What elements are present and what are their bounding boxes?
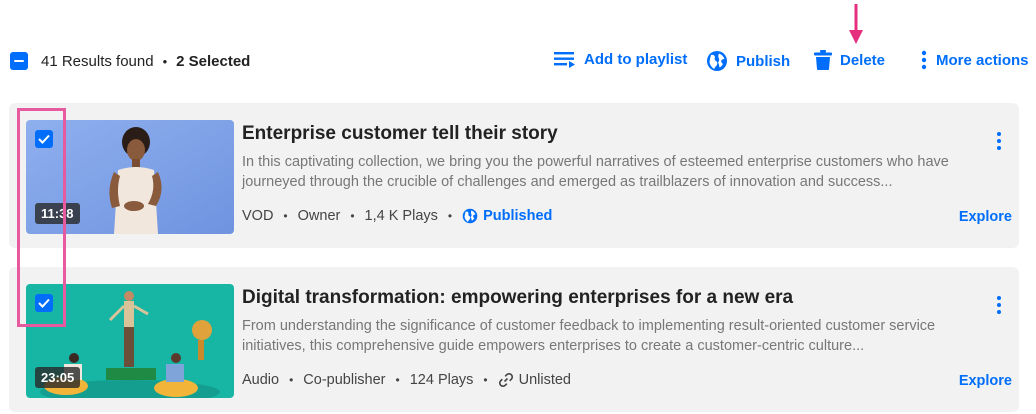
- delete-button[interactable]: Delete: [814, 50, 885, 70]
- annotation-highlight-box: [17, 108, 66, 327]
- explore-link[interactable]: Explore: [959, 209, 1012, 225]
- add-to-playlist-label: Add to playlist: [584, 50, 688, 68]
- separator: •: [350, 209, 355, 223]
- globe-icon: [462, 208, 478, 224]
- entry-title[interactable]: Digital transformation: empowering enter…: [242, 287, 793, 309]
- bulk-actions-toolbar: 41 Results found • 2 Selected Add to pla…: [0, 44, 1036, 78]
- media-entry-card[interactable]: 23:05 Digital transformation: empowering…: [9, 267, 1019, 412]
- entry-role: Owner: [297, 208, 341, 224]
- results-count: 41 Results found: [41, 52, 154, 70]
- entry-role: Co-publisher: [303, 372, 386, 388]
- entry-menu-button[interactable]: [991, 130, 1007, 152]
- separator: •: [283, 209, 288, 223]
- more-actions-label: More actions: [936, 51, 1029, 69]
- link-icon: [498, 372, 514, 388]
- separator: •: [395, 373, 400, 387]
- entry-status-label: Published: [483, 208, 553, 224]
- more-actions-button[interactable]: More actions: [920, 50, 1029, 70]
- entry-type: VOD: [242, 208, 274, 224]
- trash-icon: [814, 50, 832, 70]
- duration-badge: 23:05: [35, 367, 81, 388]
- annotation-arrow-icon: [849, 4, 863, 44]
- entry-menu-button[interactable]: [991, 294, 1007, 316]
- entry-metadata: Audio • Co-publisher • 124 Plays • Unlis…: [242, 372, 571, 388]
- globe-icon: [707, 51, 727, 71]
- indeterminate-icon: [14, 60, 24, 62]
- entry-plays: 1,4 K Plays: [364, 208, 438, 224]
- separator: •: [162, 53, 168, 69]
- separator: •: [483, 373, 488, 387]
- delete-label: Delete: [840, 51, 886, 69]
- separator: •: [289, 373, 294, 387]
- entry-metadata: VOD • Owner • 1,4 K Plays • Published: [242, 208, 552, 224]
- media-entry-card[interactable]: 11:38 Enterprise customer tell their sto…: [9, 103, 1019, 248]
- select-all-checkbox[interactable]: [10, 52, 28, 70]
- publish-label: Publish: [736, 52, 791, 70]
- selection-summary: 41 Results found • 2 Selected: [10, 52, 250, 70]
- entry-status-label: Unlisted: [518, 372, 571, 388]
- explore-link[interactable]: Explore: [959, 373, 1012, 389]
- entry-type: Audio: [242, 372, 280, 388]
- add-to-playlist-button[interactable]: Add to playlist: [554, 50, 687, 68]
- playlist-icon: [554, 52, 575, 68]
- vertical-dots-icon: [921, 50, 927, 70]
- selected-count: 2 Selected: [176, 52, 251, 70]
- entry-description: In this captivating collection, we bring…: [242, 154, 949, 190]
- entry-description: From understanding the significance of c…: [242, 318, 936, 354]
- publish-button[interactable]: Publish: [706, 50, 790, 72]
- separator: •: [447, 209, 453, 223]
- entry-status: Published: [462, 208, 552, 224]
- entry-title[interactable]: Enterprise customer tell their story: [242, 123, 558, 145]
- entry-plays: 124 Plays: [409, 372, 474, 388]
- entry-status: Unlisted: [498, 372, 571, 388]
